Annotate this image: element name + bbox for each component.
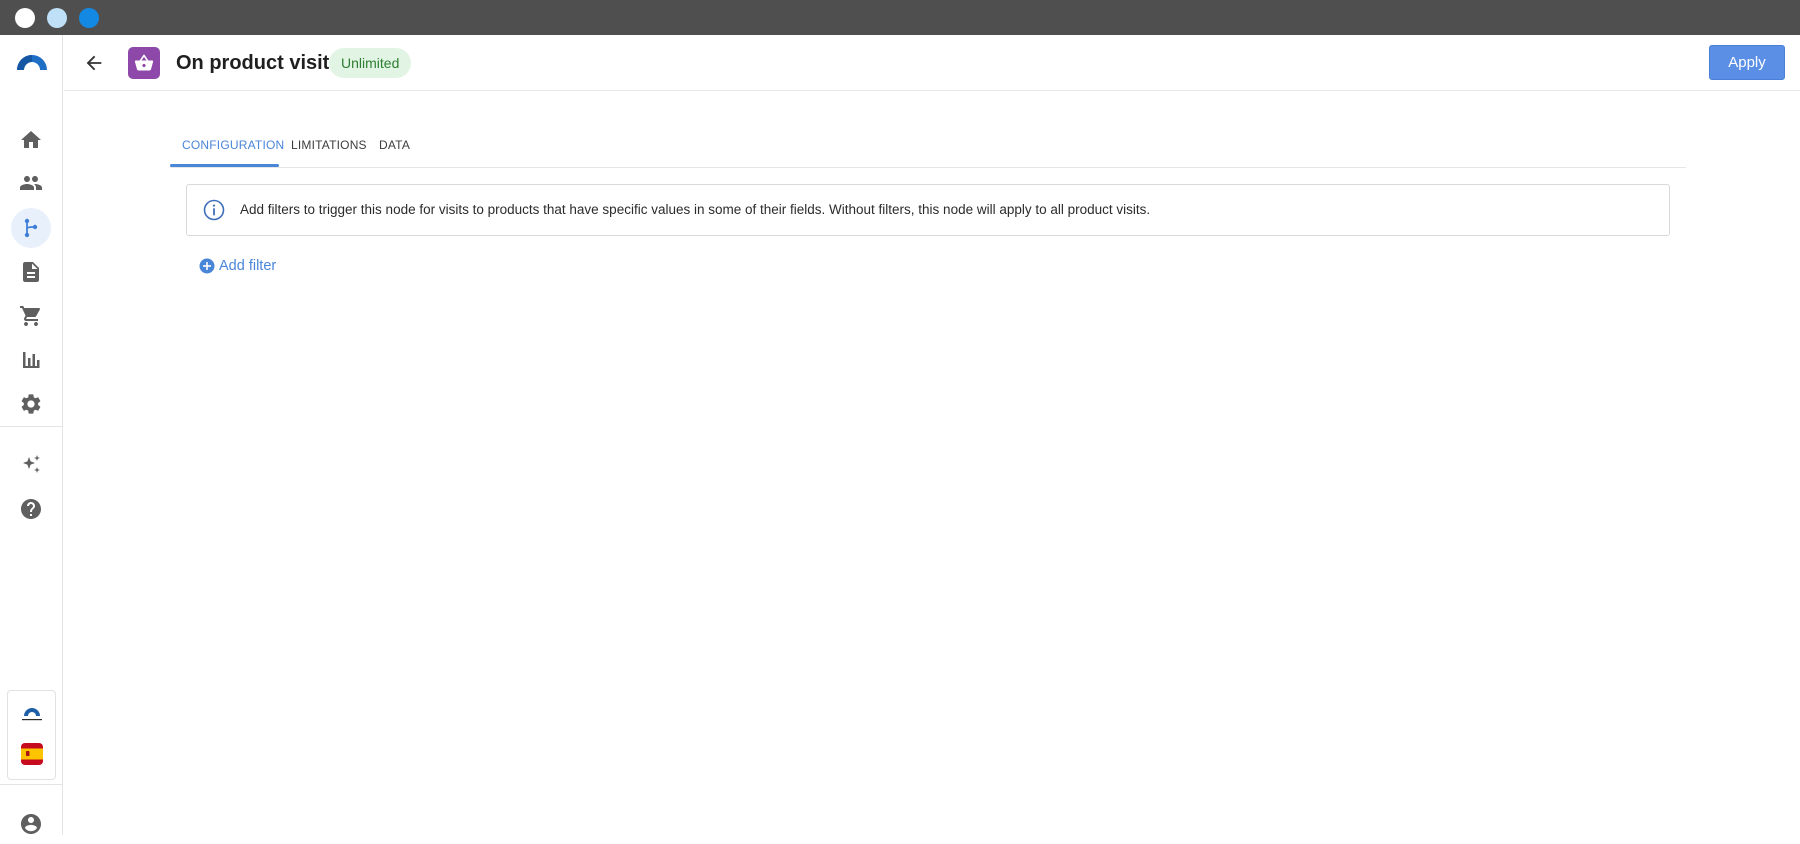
window-titlebar [0,0,1800,35]
active-tab-indicator [170,164,279,167]
back-button[interactable] [80,49,108,77]
info-text: Add filters to trigger this node for vis… [240,202,1151,217]
basket-icon [128,47,160,79]
page-title: On product visit [176,52,330,74]
window-maximize-button[interactable] [79,8,99,28]
document-icon [23,262,39,282]
add-filter-button[interactable]: Add filter [199,255,276,277]
gear-icon [21,394,41,414]
organization-logo-icon [19,706,45,724]
sidebar-item-analytics[interactable] [11,340,51,380]
spain-flag-icon[interactable] [21,743,43,765]
sidebar [0,35,63,835]
sidebar-item-commerce[interactable] [11,296,51,336]
tab-limitations[interactable]: LIMITATIONS [291,138,367,152]
home-icon [21,131,41,148]
workflow-icon [24,218,38,238]
sidebar-item-settings[interactable] [11,384,51,424]
people-icon [20,176,42,190]
sparkles-icon [23,455,40,473]
sidebar-item-ai-assistant[interactable] [11,445,51,485]
sidebar-divider [0,426,62,427]
add-filter-label: Add filter [219,258,277,274]
tab-bar: CONFIGURATION LIMITATIONS DATA [170,128,1686,168]
window-minimize-button[interactable] [47,8,67,28]
apply-button[interactable]: Apply [1709,45,1785,80]
add-circle-icon [199,258,215,274]
sidebar-item-contacts[interactable] [11,163,51,203]
status-badge: Unlimited [329,48,412,78]
sidebar-item-account[interactable] [11,804,51,844]
sidebar-item-content[interactable] [11,252,51,292]
sidebar-item-help[interactable] [11,489,51,529]
sidebar-item-home[interactable] [11,120,51,160]
arrow-back-icon [86,55,102,71]
tab-configuration[interactable]: CONFIGURATION [182,138,284,152]
organization-switcher[interactable] [7,690,56,780]
info-icon [203,199,225,221]
bar-chart-icon [23,352,40,368]
account-icon [21,814,41,834]
sidebar-divider-bottom [0,784,62,785]
page-header: On product visit Unlimited Apply [64,35,1800,91]
cart-icon [20,306,41,326]
info-alert: Add filters to trigger this node for vis… [186,184,1670,236]
tab-data[interactable]: DATA [379,138,410,152]
sidebar-item-workflows[interactable] [11,208,51,248]
window-close-button[interactable] [15,8,35,28]
app-logo-icon[interactable] [14,50,50,72]
help-icon [21,499,41,519]
